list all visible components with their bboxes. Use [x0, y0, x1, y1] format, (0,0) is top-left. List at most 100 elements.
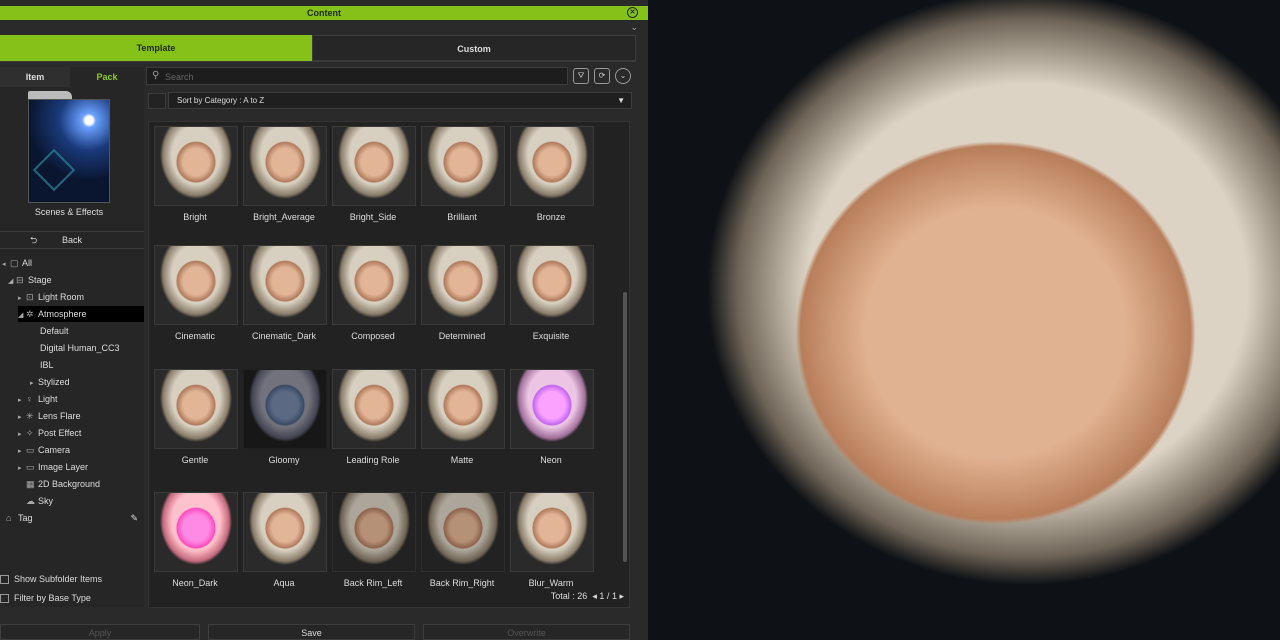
search-input[interactable]: [163, 68, 567, 86]
content-panel: Content ✕ ⌄ Template Custom Item Pack Sc…: [0, 0, 648, 640]
subtab-item[interactable]: Item: [0, 67, 70, 87]
light-icon: ♀: [26, 394, 33, 404]
prev-page-icon[interactable]: ◂: [592, 591, 597, 601]
tree-item-digital-human[interactable]: Digital Human_CC3: [40, 340, 120, 356]
template-card[interactable]: Cinematic: [154, 245, 238, 341]
panel-title: Content: [307, 8, 341, 18]
template-thumbnail: [510, 245, 594, 325]
template-card[interactable]: Blur_Warm: [510, 492, 594, 588]
total-count: Total : 26: [550, 591, 588, 601]
lens-flare-icon: ✳: [26, 411, 34, 421]
template-card[interactable]: Exquisite: [510, 245, 594, 341]
sort-label: Sort by Category : A to Z: [177, 96, 265, 105]
tree-item-default[interactable]: Default: [40, 323, 69, 339]
tree-item-atmosphere[interactable]: ◢ ✲ Atmosphere: [18, 306, 144, 322]
background-icon: ▦: [26, 479, 35, 489]
overwrite-button[interactable]: Overwrite: [423, 624, 630, 640]
tree-item-all[interactable]: ◂ ▢ All: [2, 255, 32, 271]
template-card[interactable]: Back Rim_Right: [421, 492, 505, 588]
tree-item-ibl[interactable]: IBL: [40, 357, 54, 373]
page-current: 1: [599, 591, 605, 601]
view-mode-icon[interactable]: [148, 93, 166, 109]
camera-icon: ▭: [26, 445, 35, 455]
template-thumbnail: [332, 369, 416, 449]
pagination: Total : 26 ◂ 1 / 1 ▸: [551, 591, 624, 602]
tree-item-light-room[interactable]: ▸ ⊡ Light Room: [18, 289, 84, 305]
template-thumbnail: [154, 492, 238, 572]
template-card[interactable]: Bronze: [510, 126, 594, 222]
tree-item-post-effect[interactable]: ▸ ✧ Post Effect: [18, 425, 81, 441]
template-card[interactable]: Cinematic_Dark: [243, 245, 327, 341]
filter-base-type-checkbox[interactable]: Filter by Base Type: [0, 590, 91, 606]
tree-item-stage[interactable]: ◢ ⊟ Stage: [8, 272, 52, 288]
sort-dropdown[interactable]: Sort by Category : A to Z ▼: [168, 92, 632, 109]
template-thumbnail: [510, 369, 594, 449]
tree-item-camera[interactable]: ▸ ▭ Camera: [18, 442, 70, 458]
close-icon[interactable]: ✕: [627, 7, 638, 18]
template-card[interactable]: Bright_Side: [332, 126, 416, 222]
folder-icon: ▢: [10, 258, 19, 268]
template-card[interactable]: Back Rim_Left: [332, 492, 416, 588]
viewport-render-preview: [648, 0, 1280, 640]
bottom-buttons: Apply Save Overwrite: [0, 620, 648, 640]
image-layer-icon: ▭: [26, 462, 35, 472]
tree-item-light[interactable]: ▸ ♀ Light: [18, 391, 58, 407]
panel-titlebar: Content ✕: [0, 6, 648, 20]
template-card[interactable]: Bright: [154, 126, 238, 222]
template-thumbnail: [332, 492, 416, 572]
back-label: Back: [61, 235, 82, 245]
tree-item-lens-flare[interactable]: ▸ ✳ Lens Flare: [18, 408, 81, 424]
left-pane: Item Pack Scenes & Effects ⮌ Back ◂ ▢ All …: [0, 67, 144, 607]
atmosphere-icon: ✲: [26, 309, 34, 319]
tree-item-tag[interactable]: ⌂ Tag ✎: [6, 510, 138, 526]
subtabs: Item Pack: [0, 67, 144, 87]
template-thumbnail: [243, 492, 327, 572]
template-card[interactable]: Matte: [421, 369, 505, 465]
collapse-chevron-icon[interactable]: ⌄: [630, 22, 638, 33]
filter-icon[interactable]: ⛛: [573, 68, 589, 84]
folder-preview-image: [28, 99, 110, 203]
template-card[interactable]: Neon: [510, 369, 594, 465]
tree-item-2d-background[interactable]: ▦ 2D Background: [26, 476, 100, 492]
tree-item-sky[interactable]: ☁ Sky: [26, 493, 53, 509]
template-card[interactable]: Gentle: [154, 369, 238, 465]
template-card[interactable]: Leading Role: [332, 369, 416, 465]
edit-pencil-icon[interactable]: ✎: [130, 510, 138, 526]
template-card[interactable]: Composed: [332, 245, 416, 341]
cloud-icon: ☁: [26, 496, 35, 506]
template-thumbnail: [510, 492, 594, 572]
tab-template[interactable]: Template: [0, 35, 312, 61]
search-icon: ⚲: [152, 70, 160, 81]
apply-button[interactable]: Apply: [0, 624, 200, 640]
back-button[interactable]: ⮌ Back: [0, 231, 144, 249]
template-card[interactable]: Brilliant: [421, 126, 505, 222]
tree-item-image-layer[interactable]: ▸ ▭ Image Layer: [18, 459, 88, 475]
subtab-pack[interactable]: Pack: [70, 67, 144, 87]
template-thumbnail: [510, 126, 594, 206]
template-thumbnail: [154, 369, 238, 449]
refresh-icon[interactable]: ⟳: [594, 68, 610, 84]
dropdown-circle-icon[interactable]: ⌄: [615, 68, 631, 84]
tree-item-stylized[interactable]: ▸ Stylized: [30, 374, 70, 390]
template-tabs: Template Custom: [0, 35, 636, 62]
caret-down-icon: ▼: [617, 96, 625, 105]
template-card[interactable]: Neon_Dark: [154, 492, 238, 588]
template-thumbnail: [154, 126, 238, 206]
template-card[interactable]: Aqua: [243, 492, 327, 588]
template-card[interactable]: Determined: [421, 245, 505, 341]
search-box[interactable]: ⚲: [146, 67, 568, 86]
template-thumbnail: [243, 369, 327, 449]
tab-custom[interactable]: Custom: [312, 35, 636, 61]
template-grid-area: ⚲ ⛛ ⟳ ⌄ Sort by Category : A to Z ▼ Brig…: [146, 67, 632, 608]
folder-thumbnail[interactable]: [28, 91, 110, 203]
save-button[interactable]: Save: [208, 624, 415, 640]
next-page-icon[interactable]: ▸: [619, 591, 624, 601]
hexagon-icon: [32, 148, 76, 192]
page-separator: /: [606, 591, 610, 601]
template-card[interactable]: Gloomy: [243, 369, 327, 465]
page-total: 1: [611, 591, 617, 601]
show-subfolder-checkbox[interactable]: Show Subfolder Items: [0, 571, 102, 587]
template-card[interactable]: Bright_Average: [243, 126, 327, 222]
grid-scrollbar[interactable]: [623, 292, 627, 562]
template-thumbnail: [332, 245, 416, 325]
